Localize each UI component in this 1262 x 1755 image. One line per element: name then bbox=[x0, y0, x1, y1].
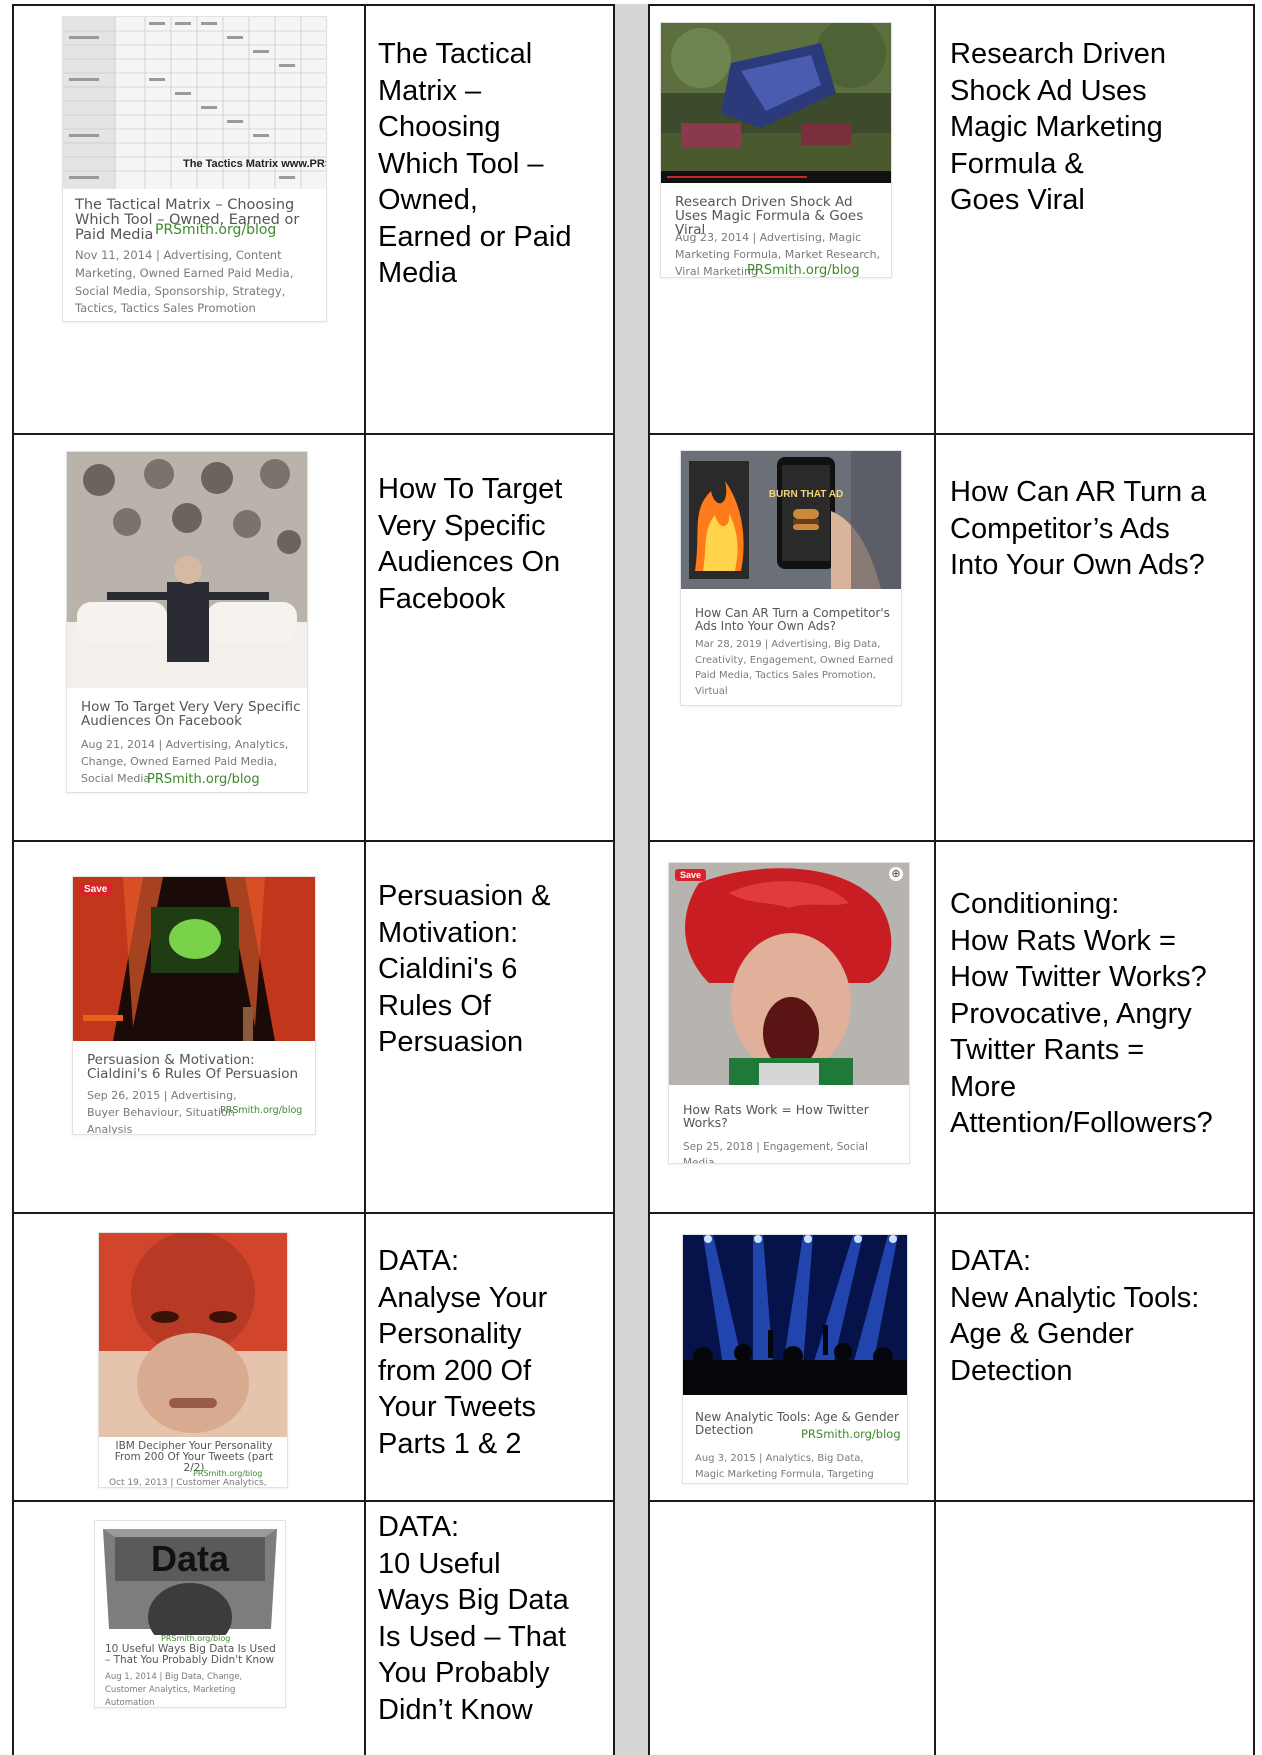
blog-card[interactable]: Data PRSmith.org/blog 10 Useful Ways Big… bbox=[94, 1520, 286, 1708]
brand-watermark: PRSmith.org/blog bbox=[747, 263, 860, 278]
table-border-right bbox=[1253, 4, 1255, 1755]
blog-card[interactable]: How To Target Very Very Specific Audienc… bbox=[66, 451, 308, 793]
table-row-divider bbox=[648, 840, 1255, 842]
card-title[interactable]: How Can AR Turn a Competitor's Ads Into … bbox=[695, 607, 895, 632]
burning-billboard-phone: BURN THAT AD bbox=[681, 451, 901, 589]
row-5-left-description: DATA: 10 Useful Ways Big Data Is Used – … bbox=[378, 1511, 569, 1726]
table-column-divider bbox=[364, 4, 366, 1755]
brand-watermark: PRSmith.org/blog bbox=[147, 772, 260, 787]
card-meta: Oct 19, 2013 | Customer Analytics, Twitt… bbox=[109, 1478, 267, 1488]
card-meta: Sep 25, 2018 | Engagement, Social Media, bbox=[683, 1141, 868, 1164]
row-3-right-description: Conditioning: How Rats Work = How Twitte… bbox=[950, 888, 1213, 1139]
table-border-left bbox=[12, 4, 14, 1755]
table-row-divider bbox=[12, 1212, 614, 1214]
pinterest-save-button[interactable]: Save bbox=[675, 869, 707, 881]
blog-card[interactable]: Save Persuasion & Motivation: Cialdini's… bbox=[72, 876, 316, 1135]
card-title[interactable]: How Rats Work = How Twitter Works? bbox=[683, 1103, 903, 1129]
table-row-divider bbox=[648, 433, 1255, 435]
brand-watermark: PRSmith.org/blog bbox=[801, 1427, 901, 1441]
overturned-car-video-still bbox=[661, 23, 891, 183]
card-title[interactable]: How To Target Very Very Specific Audienc… bbox=[81, 700, 301, 729]
man-on-sofa-photo bbox=[67, 452, 307, 688]
card-meta: Sep 26, 2015 | Advertising, Buyer Behavi… bbox=[87, 1089, 237, 1135]
content-table: The Tactics Matrix www.PRSmith.org The T… bbox=[12, 4, 1255, 1755]
blog-card[interactable]: New Analytic Tools: Age & Gender Detecti… bbox=[682, 1234, 908, 1484]
brand-watermark: PRSmith.org/blog bbox=[220, 1105, 303, 1116]
row-2-left-description: How To Target Very Specific Audiences On… bbox=[378, 473, 563, 615]
face-data-mosaic-photo bbox=[99, 1233, 287, 1437]
table-border-top bbox=[648, 4, 1255, 6]
thumb-title: The Tactics Matrix www.PRSmith.org bbox=[183, 158, 326, 170]
table-row-divider bbox=[648, 1500, 1255, 1502]
brand-watermark: PRSmith.org/blog bbox=[161, 1634, 231, 1643]
blog-card[interactable]: Research Driven Shock Ad Uses Magic Form… bbox=[660, 22, 892, 278]
blog-card[interactable]: The Tactics Matrix www.PRSmith.org The T… bbox=[62, 16, 327, 322]
table-border-top bbox=[12, 4, 614, 6]
card-meta: Aug 1, 2014 | Big Data, Change, Customer… bbox=[105, 1672, 243, 1708]
stage-red-curtains-photo: Save bbox=[73, 877, 315, 1041]
burn-that-ad-text: BURN THAT AD bbox=[769, 489, 843, 500]
tactics-matrix-table: The Tactics Matrix www.PRSmith.org bbox=[63, 17, 326, 189]
table-row-divider bbox=[12, 433, 614, 435]
row-2-right-description: How Can AR Turn a Competitor’s Ads Into … bbox=[950, 476, 1207, 581]
concert-crowd-lights-photo bbox=[683, 1235, 907, 1395]
row-4-right-description: DATA: New Analytic Tools: Age & Gender D… bbox=[950, 1245, 1200, 1387]
pinterest-save-button[interactable]: Save bbox=[79, 883, 113, 896]
card-meta: Nov 11, 2014 | Advertising, Content Mark… bbox=[75, 248, 294, 316]
table-column-divider bbox=[648, 4, 650, 1755]
table-row-divider bbox=[12, 1500, 614, 1502]
row-4-left-description: DATA: Analyse Your Personality from 200 … bbox=[378, 1245, 548, 1460]
row-1-right-description: Research Driven Shock Ad Uses Magic Mark… bbox=[950, 38, 1166, 216]
table-column-divider bbox=[934, 4, 936, 1755]
table-column-divider bbox=[613, 4, 615, 1755]
row-3-left-description: Persuasion & Motivation: Cialdini's 6 Ru… bbox=[378, 880, 551, 1058]
gutter-column bbox=[614, 4, 648, 1755]
blog-card[interactable]: BURN THAT AD How Can AR Turn a Competito… bbox=[680, 450, 902, 706]
expand-icon[interactable]: ⊕ bbox=[889, 867, 903, 881]
data-cube-3d: Data bbox=[95, 1521, 285, 1635]
card-title[interactable]: 10 Useful Ways Big Data Is Used – That Y… bbox=[105, 1643, 281, 1666]
brand-watermark: PRSmith.org/blog bbox=[155, 222, 277, 238]
card-meta: Mar 28, 2019 | Advertising, Big Data, Cr… bbox=[695, 639, 894, 697]
data-cube-label: Data bbox=[151, 1538, 230, 1579]
card-title[interactable]: Persuasion & Motivation: Cialdini's 6 Ru… bbox=[87, 1053, 309, 1082]
row-1-left-description: The Tactical Matrix – Choosing Which Too… bbox=[378, 38, 572, 289]
blog-card[interactable]: IBM Decipher Your Personality From 200 O… bbox=[98, 1232, 288, 1488]
shouting-fan-red-hat-photo: Save ⊕ bbox=[669, 863, 909, 1085]
table-row-divider bbox=[648, 1212, 1255, 1214]
blog-card[interactable]: Save ⊕ How Rats Work = How Twitter Works… bbox=[668, 862, 910, 1164]
card-meta: Aug 3, 2015 | Analytics, Big Data, Magic… bbox=[695, 1453, 874, 1480]
table-row-divider bbox=[12, 840, 614, 842]
